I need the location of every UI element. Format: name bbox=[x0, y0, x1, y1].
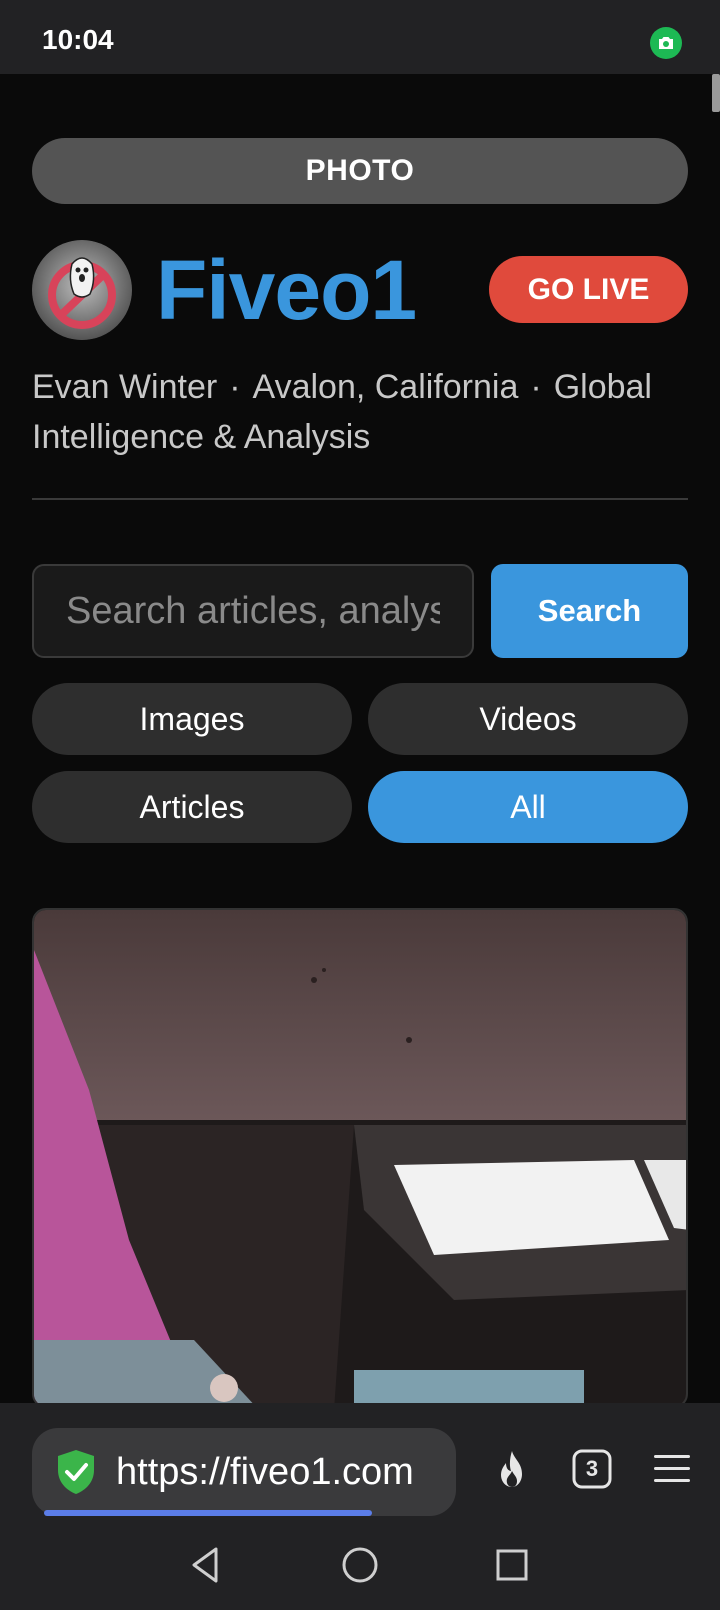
menu-icon[interactable] bbox=[650, 1447, 694, 1491]
go-live-button[interactable]: GO LIVE bbox=[489, 256, 688, 323]
photo-card[interactable] bbox=[32, 908, 688, 1408]
byline-location: Avalon, California bbox=[252, 368, 519, 406]
byline-separator: · bbox=[229, 368, 241, 406]
back-icon[interactable] bbox=[184, 1543, 228, 1587]
scrollbar-thumb[interactable] bbox=[712, 74, 720, 112]
filter-videos-button[interactable]: Videos bbox=[368, 683, 688, 755]
url-text: https://fiveo1.com bbox=[116, 1451, 414, 1493]
divider bbox=[32, 498, 688, 500]
tab-count: 3 bbox=[585, 1456, 599, 1481]
status-time: 10:04 bbox=[42, 24, 114, 55]
home-icon[interactable] bbox=[338, 1543, 382, 1587]
browser-toolbar: https://fiveo1.com 3 bbox=[0, 1403, 720, 1523]
shield-check-icon bbox=[58, 1450, 94, 1494]
system-navigation-bar bbox=[0, 1523, 720, 1610]
search-input[interactable] bbox=[32, 564, 474, 658]
search-button[interactable]: Search bbox=[491, 564, 688, 658]
recents-icon[interactable] bbox=[490, 1543, 534, 1587]
status-bar: 10:04 bbox=[0, 0, 720, 74]
byline-separator: · bbox=[530, 368, 542, 406]
filter-images-button[interactable]: Images bbox=[32, 683, 352, 755]
filter-articles-button[interactable]: Articles bbox=[32, 771, 352, 843]
filter-all-button[interactable]: All bbox=[368, 771, 688, 843]
brand-row: Fiveo1 GO LIVE bbox=[32, 240, 688, 340]
byline-author: Evan Winter bbox=[32, 368, 218, 406]
tabs-icon[interactable]: 3 bbox=[570, 1447, 614, 1491]
address-bar[interactable]: https://fiveo1.com bbox=[32, 1428, 456, 1516]
page-load-progress bbox=[44, 1510, 372, 1516]
brand-name[interactable]: Fiveo1 bbox=[156, 240, 417, 340]
byline: Evan Winter · Avalon, California · Global In… bbox=[32, 362, 692, 462]
section-label-pill[interactable]: PHOTO bbox=[32, 138, 688, 204]
flame-icon[interactable] bbox=[490, 1447, 534, 1491]
logo-avatar bbox=[32, 240, 132, 340]
photo-image bbox=[34, 910, 686, 1406]
camera-icon bbox=[650, 27, 682, 59]
